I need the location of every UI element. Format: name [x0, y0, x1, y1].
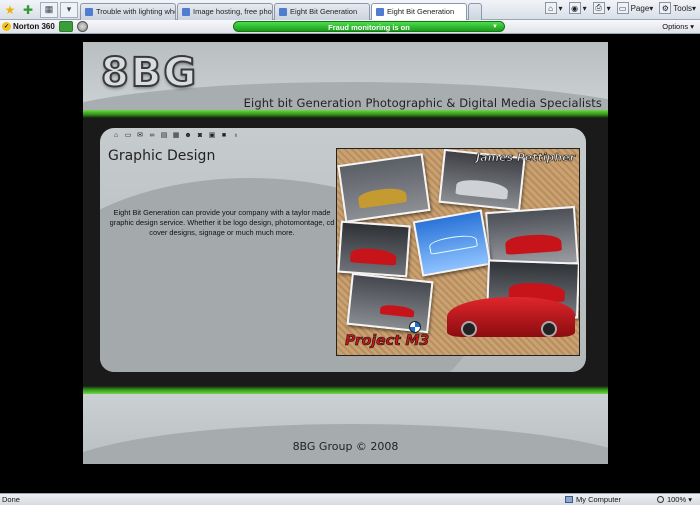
nav-icon-bar: ⌂ ▭ ✉ ∞ ▤ ▦ ☻ ◙ ▣ ■ ♁ — [112, 132, 240, 140]
browser-tab-3[interactable]: Eight Bit Generation — [274, 2, 370, 20]
page-icon — [376, 7, 384, 16]
zoom-control[interactable]: 100% ▾ — [656, 495, 692, 504]
section-title: Graphic Design — [108, 148, 216, 164]
montage-photo — [337, 153, 431, 223]
calendar-icon[interactable]: ▦ — [172, 132, 180, 140]
bulb-icon[interactable]: ♁ — [232, 132, 240, 140]
page-icon — [85, 7, 93, 16]
tools-menu-label: Tools — [673, 3, 692, 13]
norton-toolbar: ✓ Norton 360 Fraud monitoring is on ▼ Opti… — [0, 20, 700, 34]
tab-label: Eight Bit Generation — [387, 7, 455, 16]
page-icon — [182, 7, 190, 16]
favorites-star-icon[interactable]: ★ — [2, 2, 18, 18]
glasses-icon[interactable]: ∞ — [148, 132, 156, 140]
tools-menu-button[interactable]: ⚙ Tools ▾ — [659, 2, 696, 14]
site-container: 8BG Eight bit Generation Photographic & … — [83, 42, 608, 464]
status-text: Done — [2, 495, 20, 504]
printer-icon: ⎙ — [592, 2, 605, 14]
film-icon[interactable]: ▤ — [160, 132, 168, 140]
montage-blueprint — [412, 209, 492, 277]
montage-project-label: Project M3 — [345, 333, 430, 350]
magnifier-icon — [656, 496, 664, 503]
home-button[interactable]: ⌂ ▾ — [544, 2, 563, 14]
wheel — [541, 321, 557, 337]
site-tagline: Eight bit Generation Photographic & Digi… — [243, 96, 602, 110]
bmw-logo-icon — [409, 321, 421, 333]
page-icon — [279, 7, 287, 16]
copyright-text: 8BG Group © 2008 — [292, 440, 399, 453]
browser-status-bar: Done My Computer 100% ▾ — [0, 493, 700, 505]
wheel — [461, 321, 477, 337]
montage-photo — [337, 220, 411, 278]
chevron-down-icon: ▼ — [492, 24, 498, 30]
browser-tab-4[interactable]: Eight Bit Generation — [371, 2, 467, 20]
quick-tabs-icon[interactable]: ▦ — [40, 1, 58, 18]
norton-options-menu[interactable]: Options ▾ — [662, 22, 694, 31]
page-menu-button[interactable]: ▭ Page ▾ — [616, 2, 653, 14]
tab-label: Eight Bit Generation — [290, 7, 358, 16]
video-icon[interactable]: ■ — [220, 132, 228, 140]
site-logo[interactable]: 8BG — [100, 49, 198, 97]
zone-label: My Computer — [576, 495, 622, 504]
featured-car — [447, 297, 575, 337]
options-label: Options — [662, 22, 689, 31]
camera-icon[interactable]: ◙ — [196, 132, 204, 140]
footer-green-divider — [83, 386, 608, 394]
computer-icon — [565, 496, 573, 503]
rss-icon: ◉ — [568, 2, 581, 14]
portfolio-montage-image: James Pettipher Project M3 — [336, 148, 580, 356]
home-icon[interactable]: ⌂ — [112, 132, 120, 140]
tab-label: Trouble with lighting when ta... — [96, 7, 175, 16]
fraud-monitoring-banner[interactable]: Fraud monitoring is on ▼ — [233, 21, 505, 32]
mail-icon[interactable]: ✉ — [136, 132, 144, 140]
section-description: Eight Bit Generation can provide your co… — [109, 208, 335, 237]
zoom-level: 100% — [666, 495, 687, 504]
globe-icon[interactable] — [76, 21, 88, 32]
print-button[interactable]: ⎙ ▾ — [592, 2, 611, 14]
person-icon[interactable]: ☻ — [184, 132, 192, 140]
header-green-divider — [83, 110, 608, 118]
site-footer: 8BG Group © 2008 — [83, 394, 608, 464]
browser-tab-bar: ★ ✚ ▦ ▾ Trouble with lighting when ta...… — [0, 0, 700, 20]
montage-author: James Pettipher — [476, 151, 576, 165]
command-bar: ⌂ ▾ ◉ ▾ ⎙ ▾ ▭ Page ▾ ⚙ Tools ▾ — [539, 2, 696, 14]
browser-tab-1[interactable]: Trouble with lighting when ta... — [80, 2, 176, 20]
norton-brand-label: Norton 360 — [13, 22, 55, 31]
tab-list-icon[interactable]: ▾ — [60, 1, 78, 18]
security-zone[interactable]: My Computer — [565, 495, 621, 504]
page-menu-label: Page — [630, 3, 650, 13]
new-tab-button[interactable] — [468, 2, 482, 20]
norton-brand[interactable]: ✓ Norton 360 — [2, 22, 55, 31]
identity-safe-icon[interactable] — [58, 21, 73, 32]
feeds-button[interactable]: ◉ ▾ — [568, 2, 587, 14]
gear-icon: ⚙ — [659, 2, 672, 14]
page-icon: ▭ — [616, 2, 629, 14]
page-viewport[interactable]: 8BG Eight bit Generation Photographic & … — [0, 35, 700, 493]
site-header: 8BG Eight bit Generation Photographic & … — [83, 42, 608, 114]
add-favorites-icon[interactable]: ✚ — [20, 2, 36, 18]
browser-tab-2[interactable]: Image hosting, free photo sh... — [177, 2, 273, 20]
fraud-monitoring-text: Fraud monitoring is on — [328, 23, 410, 32]
monitor-icon[interactable]: ▭ — [124, 132, 132, 140]
tv-icon[interactable]: ▣ — [208, 132, 216, 140]
norton-check-icon: ✓ — [2, 22, 11, 31]
content-panel: ⌂ ▭ ✉ ∞ ▤ ▦ ☻ ◙ ▣ ■ ♁ Graphic Design Eig… — [100, 128, 586, 372]
tab-label: Image hosting, free photo sh... — [193, 7, 272, 16]
home-icon: ⌂ — [544, 2, 557, 14]
